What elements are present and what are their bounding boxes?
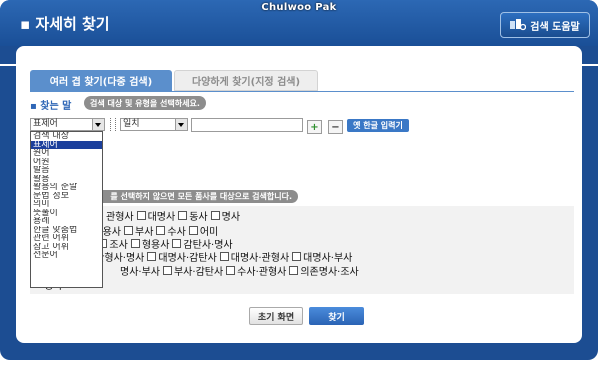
pos-checkbox[interactable] <box>226 266 236 275</box>
dropdown-option[interactable]: 전문어 <box>31 251 102 260</box>
tab-specified-search[interactable]: 다양하게 찾기(지정 검색) <box>174 70 318 91</box>
search-input[interactable] <box>191 118 303 132</box>
search-target-select[interactable]: 표제어 <box>30 118 105 131</box>
dropdown-option[interactable]: 표제어 <box>31 140 102 149</box>
pos-option[interactable]: 대명사·관형사 <box>217 249 289 264</box>
search-help-icon <box>510 19 527 31</box>
field-separator <box>110 118 116 131</box>
pos-option[interactable]: 명사·부사 <box>120 263 160 278</box>
pos-label: 대명사·감탄사 <box>158 253 217 264</box>
dropdown-option[interactable]: 어원 <box>31 158 102 167</box>
tab-multi-search[interactable]: 여러 겹 찾기(다중 검색) <box>30 70 172 91</box>
remove-condition-button[interactable]: − <box>328 120 343 134</box>
pos-checkbox[interactable] <box>178 211 188 220</box>
add-condition-button[interactable]: + <box>307 120 322 134</box>
dropdown-option[interactable]: 원어 <box>31 149 102 158</box>
match-type-select[interactable]: 일치 <box>120 118 188 131</box>
search-help-button[interactable]: 검색 도움말 <box>500 12 590 38</box>
pos-checkbox[interactable] <box>172 239 182 248</box>
pos-label: 대명사 <box>147 212 176 223</box>
pos-checkbox[interactable] <box>289 266 299 275</box>
pos-label: 명사 <box>221 212 241 223</box>
dropdown-option[interactable]: 참고 어휘 <box>31 243 102 252</box>
old-hangul-keyboard-button[interactable]: 옛 한글 입력기 <box>347 119 409 132</box>
dropdown-option[interactable]: 한글 맞춤법 <box>31 226 102 235</box>
pos-label: 동사 <box>189 212 208 223</box>
divider-left <box>0 64 16 66</box>
pos-checkbox[interactable] <box>292 252 302 261</box>
pos-checkbox[interactable] <box>156 226 166 235</box>
pos-label: 부사·감탄사 <box>173 267 224 278</box>
chevron-down-icon <box>92 119 104 130</box>
pos-checkbox[interactable] <box>136 211 146 220</box>
dropdown-option[interactable]: 문법 정보 <box>31 192 102 201</box>
search-target-hint: 검색 대상 및 유형을 선택하세요. <box>84 96 206 110</box>
search-button[interactable]: 찾기 <box>309 307 364 325</box>
pos-option[interactable]: 대명사·감탄사 <box>144 249 217 264</box>
pos-option[interactable]: 의존명사·조사 <box>286 263 359 278</box>
search-target-dropdown[interactable]: 검색 대상 표제어 원어 어원 발음 활용 활용의 준말 문법 정보 의미 뜻풀이 용례 한글 맞춤법… <box>30 131 103 288</box>
pos-label: 대명사·관형사 <box>230 253 290 264</box>
pos-checkbox[interactable] <box>124 226 133 235</box>
pos-option[interactable]: 수사·관형사 <box>223 263 286 278</box>
dropdown-option[interactable]: 관련 어휘 <box>31 234 102 243</box>
page-title: ▪ 자세히 찾기 <box>20 15 110 33</box>
dropdown-option[interactable]: 발음 <box>31 166 102 175</box>
pos-checkbox[interactable] <box>130 239 140 248</box>
pos-label: 의존명사·조사 <box>300 267 359 278</box>
search-help-label: 검색 도움말 <box>530 21 580 33</box>
pos-checkbox[interactable] <box>188 226 198 235</box>
pos-option[interactable]: 명사 <box>208 208 240 223</box>
divider-right <box>582 64 598 66</box>
pos-label: 대명사·부사 <box>303 253 353 264</box>
reset-button[interactable]: 초기 화면 <box>249 307 303 325</box>
pos-checkbox[interactable] <box>219 252 229 261</box>
pos-label: 관형사 <box>106 212 134 223</box>
search-target-value: 표제어 <box>33 119 58 129</box>
pos-option[interactable]: 동사 <box>175 208 208 223</box>
pos-checkbox[interactable] <box>210 211 220 220</box>
pos-label: 수사·관형사 <box>237 267 287 278</box>
pos-row: 관형사 대명사 동사 명사 <box>106 208 240 223</box>
tab-underline <box>30 91 574 92</box>
dropdown-option[interactable]: 활용의 준말 <box>31 183 102 192</box>
pos-option[interactable]: 대명사·부사 <box>289 249 352 264</box>
dropdown-option[interactable]: 의미 <box>31 200 102 209</box>
pos-label: 명사·부사 <box>120 267 160 278</box>
dropdown-option[interactable]: 검색 대상 <box>31 132 102 141</box>
search-term-label: ▪ 찾는 말 <box>30 101 72 112</box>
match-type-value: 일치 <box>123 119 140 129</box>
dropdown-option[interactable]: 활용 <box>31 175 102 184</box>
chevron-down-icon <box>175 119 187 130</box>
pos-row: 사관형사·명사대명사·감탄사대명사·관형사대명사·부사 <box>72 249 352 264</box>
pos-option[interactable]: 관형사 <box>106 208 134 223</box>
pos-checkbox-panel: 관형사대명사동사명사보조형용사부사수사어미접사조사형용사감탄사·명사사관형사·명… <box>30 206 574 294</box>
dropdown-option[interactable]: 용례 <box>31 217 102 226</box>
dropdown-option[interactable]: 뜻풀이 <box>31 209 102 218</box>
pos-row: 명사·부사 부사·감탄사 수사·관형사 의존명사·조사 <box>120 263 359 278</box>
pos-option[interactable]: 대명사 <box>134 208 176 223</box>
pos-option[interactable]: 부사·감탄사 <box>160 263 223 278</box>
pos-checkbox[interactable] <box>147 252 157 261</box>
pos-checkbox[interactable] <box>162 266 172 275</box>
